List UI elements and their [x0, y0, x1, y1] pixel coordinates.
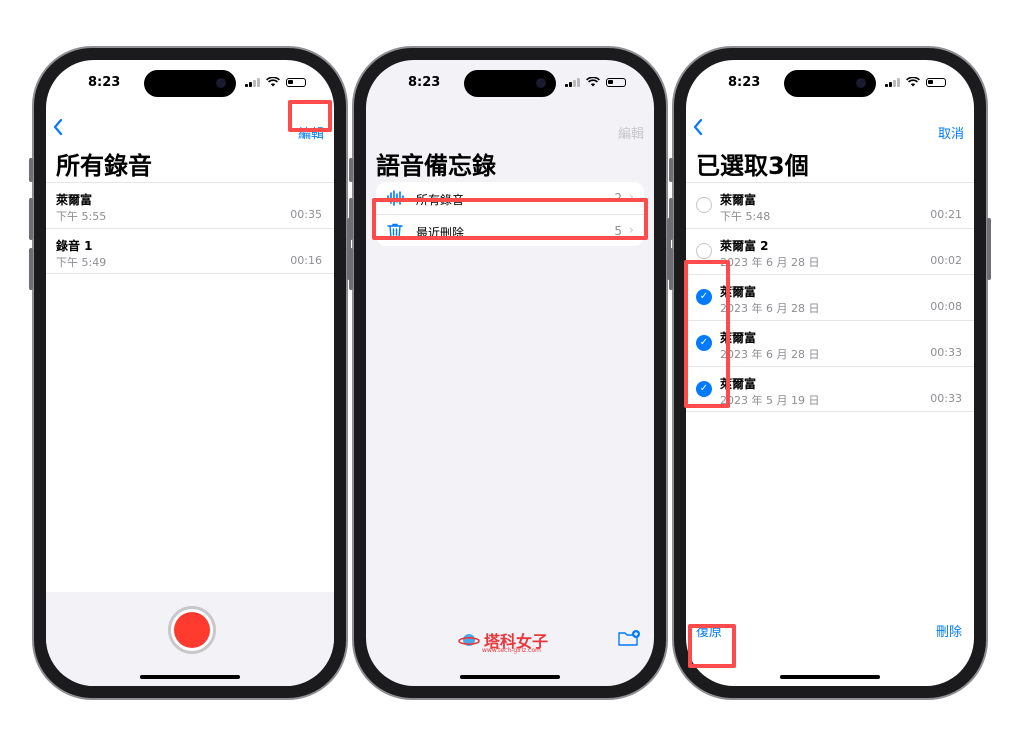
unselected-circle-icon[interactable]	[696, 197, 712, 213]
recording-duration: 00:16	[290, 254, 322, 267]
recording-duration: 00:33	[930, 392, 962, 405]
recording-date: 2023 年 6 月 28 日	[720, 302, 820, 315]
highlight-box-recover	[688, 624, 736, 668]
status-time: 8:23	[728, 75, 761, 90]
planet-logo-icon	[458, 634, 480, 646]
recording-name: 萊爾富	[720, 193, 757, 207]
recording-duration: 00:21	[930, 208, 962, 221]
unselected-circle-icon[interactable]	[696, 243, 712, 259]
recording-date: 2023 年 6 月 28 日	[720, 256, 820, 269]
recording-row[interactable]: 萊爾富 下午 5:48 00:21	[686, 182, 974, 228]
recording-name: 錄音 1	[56, 239, 93, 253]
recording-date: 2023 年 5 月 19 日	[720, 394, 820, 407]
status-bar: 8:23	[46, 73, 334, 93]
delete-button[interactable]: 刪除	[936, 621, 962, 640]
back-chevron-icon[interactable]	[52, 118, 64, 141]
home-indicator	[140, 675, 240, 679]
back-chevron-icon[interactable]	[692, 118, 704, 141]
home-indicator	[780, 675, 880, 679]
new-folder-icon[interactable]	[618, 630, 640, 646]
home-indicator	[460, 675, 560, 679]
recording-date: 下午 5:49	[56, 256, 107, 269]
wifi-icon	[586, 77, 600, 87]
page-title: 已選取3個	[696, 152, 809, 180]
signal-icon	[885, 77, 900, 87]
recording-date: 2023 年 6 月 28 日	[720, 348, 820, 361]
record-bar	[46, 592, 334, 686]
edit-button[interactable]: 編輯	[618, 123, 644, 142]
phone-frame-3: 8:23 取消 已選取3個 萊爾富 下午 5:48 00:21 萊爾富 2 20…	[669, 46, 991, 700]
watermark-logo: 塔科女子 www.tech-girlz.com	[458, 628, 548, 654]
recording-date: 下午 5:48	[720, 210, 771, 223]
recording-duration: 00:35	[290, 208, 322, 221]
recording-duration: 00:08	[930, 300, 962, 313]
status-bar: 8:23	[366, 73, 654, 93]
highlight-box-recently-deleted	[372, 198, 648, 240]
page-title: 語音備忘錄	[376, 152, 496, 180]
recording-duration: 00:33	[930, 346, 962, 359]
battery-icon	[286, 77, 306, 87]
screen-all-recordings: 8:23 編輯 所有錄音 萊爾富 下午 5:55 00:35 錄音 1 下午 5…	[46, 60, 334, 686]
status-time: 8:23	[408, 75, 441, 90]
signal-icon	[565, 77, 580, 87]
cancel-button[interactable]: 取消	[938, 123, 964, 142]
watermark-url: www.tech-girlz.com	[482, 647, 541, 654]
status-time: 8:23	[88, 75, 121, 90]
recording-name: 萊爾富 2	[720, 239, 769, 253]
highlight-box-checkboxes	[684, 260, 730, 408]
recording-date: 下午 5:55	[56, 210, 107, 223]
battery-icon	[606, 77, 626, 87]
recording-row[interactable]: 萊爾富 下午 5:55 00:35	[46, 182, 334, 228]
wifi-icon	[266, 77, 280, 87]
screen-voice-memos: 8:23 編輯 語音備忘錄 所有錄音 2 › 最近刪除 5 › 塔科女子 www…	[366, 60, 654, 686]
wifi-icon	[906, 77, 920, 87]
page-title: 所有錄音	[56, 152, 152, 180]
signal-icon	[245, 77, 260, 87]
recording-name: 萊爾富	[56, 193, 93, 207]
phone-frame-2: 8:23 編輯 語音備忘錄 所有錄音 2 › 最近刪除 5 › 塔科女子 www…	[349, 46, 671, 700]
battery-icon	[926, 77, 946, 87]
recording-duration: 00:02	[930, 254, 962, 267]
record-button[interactable]	[168, 606, 216, 654]
phone-frame-1: 8:23 編輯 所有錄音 萊爾富 下午 5:55 00:35 錄音 1 下午 5…	[29, 46, 351, 700]
highlight-box-edit	[288, 100, 332, 132]
status-bar: 8:23	[686, 73, 974, 93]
recordings-list: 萊爾富 下午 5:55 00:35 錄音 1 下午 5:49 00:16	[46, 182, 334, 274]
recording-row[interactable]: 錄音 1 下午 5:49 00:16	[46, 228, 334, 274]
